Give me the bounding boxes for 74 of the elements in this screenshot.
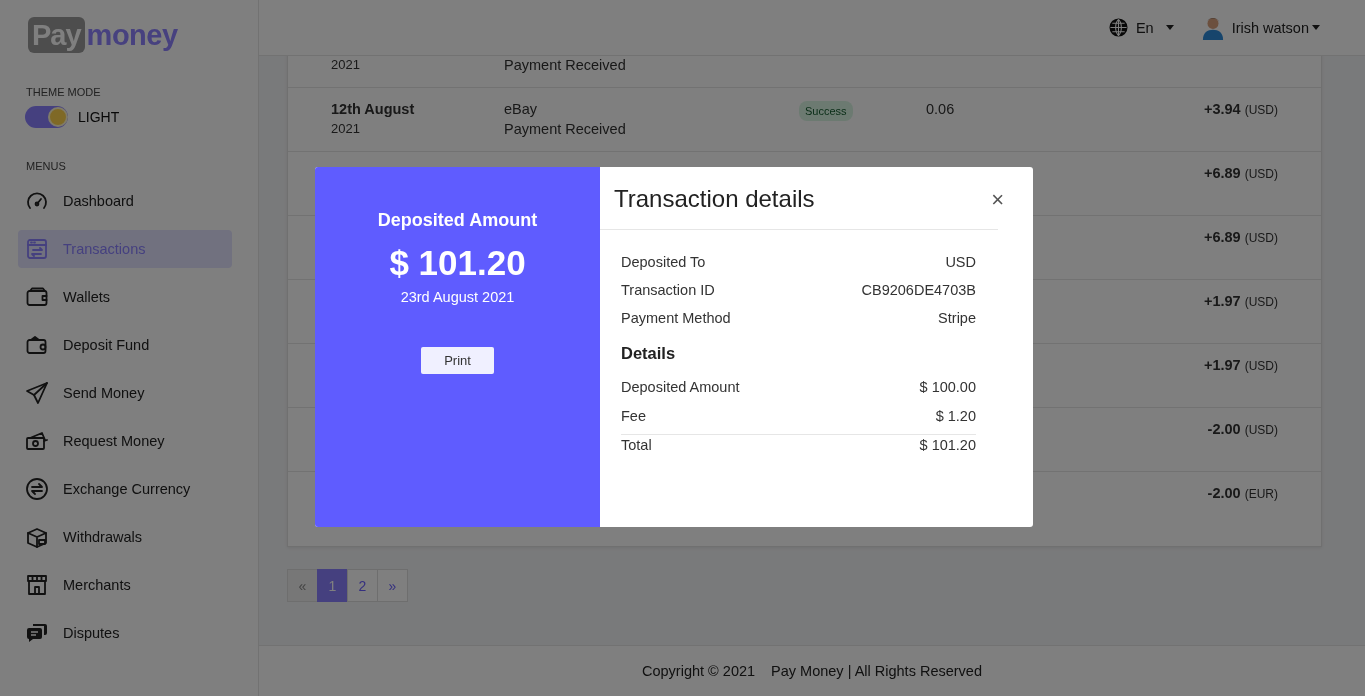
transaction-description: eBay [504,100,539,119]
package-icon [25,525,49,549]
currency-code: (USD) [1244,359,1278,373]
rights-text: Pay Money | All Rights Reserved [771,663,982,679]
chat-bubbles-icon [25,621,49,645]
caret-icon [1165,25,1174,30]
currency-code: (USD) [1244,103,1278,117]
detail-value: USD [945,253,976,272]
wallet-coin-icon [25,333,49,357]
cash-icon [25,429,49,453]
section-label: MENUS [26,160,67,172]
nav-item[interactable]: Dashboard [18,182,232,220]
currency-code: (EUR) [1244,487,1278,501]
detail-value: $ 101.20 [919,436,976,455]
nav-item[interactable]: Request Money [18,422,232,460]
section-heading: Details [621,344,677,363]
globe-icon [1108,18,1128,37]
transaction-amount: +1.97 [1203,293,1241,309]
nav-item[interactable]: Wallets [18,278,232,316]
transaction-amount: +6.89 [1203,165,1241,181]
detail-value: CB9206DE4703B [861,281,976,300]
storefront-icon [25,573,49,597]
detail-label: Total [621,436,652,455]
transaction-note: Payment Received [504,56,627,75]
theme-toggle[interactable] [25,106,68,128]
nav-item[interactable]: Merchants [18,566,232,604]
detail-label: Payment Method [621,309,731,328]
transaction-row[interactable]: 2021 Payment Received [288,56,1321,88]
language-dropdown[interactable]: En [1108,18,1174,37]
transaction-row[interactable]: 12th August 2021 eBay Payment Received Success 0.06 +3.94 (USD) [288,88,1321,152]
detail-label: Deposited To [621,253,706,272]
caret-icon [1312,25,1320,30]
transaction-amount: +1.97 [1203,357,1241,373]
nav-item[interactable]: Deposit Fund [18,326,232,364]
nav-item[interactable]: Disputes [18,614,232,652]
transaction-amount: +6.89 [1203,229,1241,245]
theme-label: LIGHT [78,109,120,125]
detail-value: $ 100.00 [919,378,976,397]
status-badge: Success [799,101,853,121]
copyright-text: Copyright © 2021 [642,663,756,679]
wallet-icon [25,285,49,309]
summary-title: Deposited Amount [377,210,538,231]
nav-item[interactable]: Send Money [18,374,232,412]
paper-plane-icon [25,381,49,405]
exchange-icon [25,477,49,501]
close-button[interactable]: × [991,191,1004,209]
currency-code: (USD) [1244,423,1278,437]
detail-label: Fee [621,407,646,426]
transfer-window-icon [25,237,49,261]
detail-value: Stripe [938,309,976,328]
detail-value: $ 1.20 [935,407,976,426]
page-button[interactable]: 2 [347,569,378,602]
transaction-date: 23rd August 2021 [400,289,515,305]
user-menu[interactable]: Irish watson [1201,14,1320,41]
transaction-amount: +3.94 [1203,101,1241,117]
currency-code: (USD) [1244,295,1278,309]
detail-label: Transaction ID [621,281,715,300]
currency-code: (USD) [1244,231,1278,245]
transaction-note: Payment Received [504,120,627,139]
modal-title: Transaction details [614,185,815,213]
nav-item[interactable]: Withdrawals [18,518,232,556]
detail-label: Deposited Amount [621,378,740,397]
currency-code: (USD) [1244,167,1278,181]
page-button[interactable]: » [377,569,408,602]
section-label: THEME MODE [26,86,102,98]
transaction-year: 2021 [331,120,361,138]
transaction-amount: -2.00 [1207,485,1241,501]
total-amount: $ 101.20 [389,243,526,283]
transaction-amount: -2.00 [1207,421,1241,437]
print-button[interactable]: Print [421,347,494,374]
transaction-year: 2021 [331,56,361,74]
transaction-date: 12th August [331,100,416,119]
nav-item[interactable]: Exchange Currency [18,470,232,508]
transaction-fee: 0.06 [926,100,956,119]
